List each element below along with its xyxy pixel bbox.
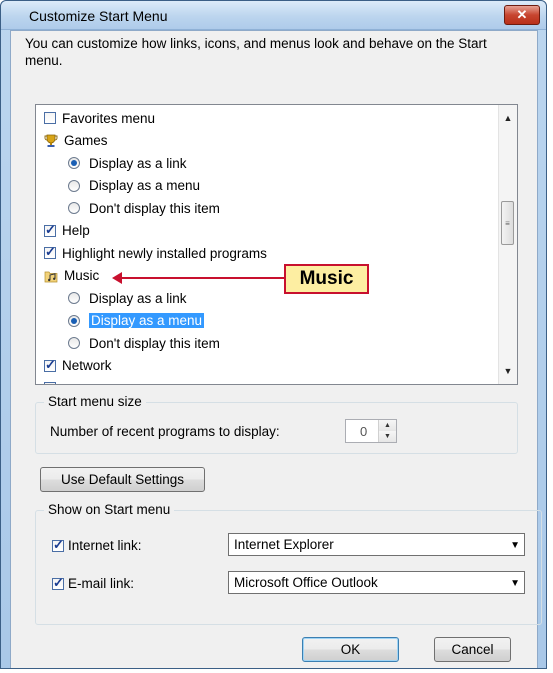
callout-arrow-icon	[112, 272, 122, 284]
option-label: Display as a menu	[89, 178, 201, 193]
chevron-down-icon: ▼	[510, 540, 520, 551]
internet-link-option[interactable]: Internet link:	[52, 537, 142, 553]
option-checkbox[interactable]	[44, 112, 56, 124]
show-on-start-menu-group: Show on Start menu	[35, 502, 542, 625]
option-checkbox-row[interactable]: Help	[44, 221, 90, 241]
games-trophy-icon-graphic	[44, 134, 58, 147]
scroll-thumb[interactable]: ≡	[501, 201, 514, 245]
email-link-option[interactable]: E-mail link:	[52, 575, 135, 591]
dialog-description: You can customize how links, icons, and …	[25, 36, 487, 68]
callout-arrow-line	[119, 277, 285, 279]
music-callout: Music	[284, 264, 369, 294]
stepper-buttons: ▲ ▼	[378, 420, 396, 442]
options-list-items: Favorites menu Games Display as a link Disp…	[36, 105, 499, 384]
option-radio-row[interactable]: Display as a menu	[68, 311, 205, 331]
use-default-settings-button[interactable]: Use Default Settings	[40, 467, 205, 492]
email-link-label: E-mail link:	[68, 576, 135, 591]
options-list-scrollbar[interactable]: ▲ ≡ ▼	[498, 105, 517, 384]
recent-programs-stepper[interactable]: 0 ▲ ▼	[345, 419, 397, 443]
option-label: Display as a link	[89, 290, 187, 306]
close-button[interactable]: ✕	[504, 5, 540, 25]
close-icon: ✕	[516, 7, 528, 22]
show-on-start-menu-label: Show on Start menu	[44, 502, 175, 517]
recent-programs-value[interactable]: 0	[360, 424, 367, 439]
start-menu-size-label: Start menu size	[44, 394, 146, 409]
option-group-header: Games	[44, 131, 108, 151]
option-group-header: Music	[44, 266, 99, 286]
option-checkbox[interactable]	[44, 357, 56, 373]
cancel-button[interactable]: Cancel	[434, 637, 511, 662]
option-radio-row[interactable]: Display as a link	[68, 153, 187, 173]
option-label: Help	[62, 223, 90, 238]
option-radio-row[interactable]: Display as a link	[68, 288, 187, 308]
stepper-up-icon[interactable]: ▲	[379, 420, 396, 431]
option-label: Highlight newly installed programs	[62, 245, 267, 261]
option-label: Music	[64, 268, 100, 283]
internet-link-checkbox[interactable]	[52, 537, 64, 553]
dialog-title: Customize Start Menu	[29, 8, 168, 24]
email-link-dropdown[interactable]: Microsoft Office Outlook ▼	[228, 571, 525, 594]
option-label: Network	[62, 358, 112, 373]
option-checkbox-row-partial[interactable]	[44, 378, 62, 384]
internet-link-dropdown[interactable]: Internet Explorer ▼	[228, 533, 525, 556]
chevron-down-icon: ▼	[510, 578, 520, 589]
option-label: Games	[64, 133, 108, 148]
option-checkbox-row[interactable]: Network	[44, 356, 112, 376]
option-checkbox[interactable]	[44, 244, 56, 260]
email-link-value: Microsoft Office Outlook	[234, 575, 378, 590]
option-radio[interactable]	[68, 157, 80, 169]
option-label: Don't display this item	[89, 200, 220, 216]
option-checkbox-row[interactable]: Favorites menu	[44, 108, 155, 128]
option-radio[interactable]	[68, 179, 80, 192]
music-folder-icon	[44, 269, 58, 283]
option-checkbox[interactable]	[44, 382, 56, 384]
option-radio[interactable]	[68, 337, 80, 349]
scroll-down-arrow-icon[interactable]: ▼	[499, 362, 517, 380]
option-label: Favorites menu	[62, 110, 156, 126]
internet-link-label: Internet link:	[68, 538, 142, 553]
option-radio-row[interactable]: Don't display this item	[68, 198, 220, 218]
option-label: Don't display this item	[89, 335, 220, 351]
internet-link-value: Internet Explorer	[234, 537, 334, 552]
music-folder-icon-graphic	[44, 271, 58, 282]
scroll-up-arrow-icon[interactable]: ▲	[499, 109, 517, 127]
title-bar[interactable]: Customize Start Menu ✕	[1, 1, 546, 30]
option-radio[interactable]	[68, 292, 80, 304]
start-menu-options-list[interactable]: Favorites menu Games Display as a link Disp…	[35, 104, 518, 385]
option-radio[interactable]	[68, 314, 80, 327]
option-label: Display as a link	[89, 155, 187, 171]
email-link-checkbox[interactable]	[52, 575, 64, 591]
option-label: Display as a menu	[89, 313, 205, 328]
option-checkbox-row[interactable]: Highlight newly installed programs	[44, 243, 267, 263]
recent-programs-label: Number of recent programs to display:	[50, 424, 280, 439]
option-radio[interactable]	[68, 202, 80, 214]
option-radio-row[interactable]: Don't display this item	[68, 333, 220, 353]
games-trophy-icon	[44, 134, 58, 148]
option-checkbox[interactable]	[44, 222, 56, 238]
ok-button[interactable]: OK	[302, 637, 399, 662]
stepper-down-icon[interactable]: ▼	[379, 431, 396, 442]
option-radio-row[interactable]: Display as a menu	[68, 176, 200, 196]
